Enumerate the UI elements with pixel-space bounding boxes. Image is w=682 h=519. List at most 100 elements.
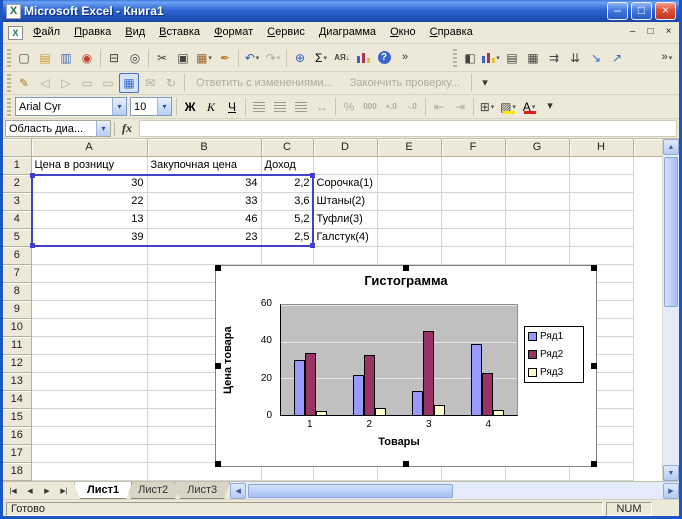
- cell-A15[interactable]: [31, 409, 147, 427]
- cell-H4[interactable]: [569, 211, 633, 229]
- dropdown-arrow-icon[interactable]: ▾: [112, 98, 126, 115]
- sheet-tab-Лист3[interactable]: Лист3: [174, 482, 230, 499]
- row-header-9[interactable]: 9: [3, 301, 31, 319]
- chart-selection-handle-se[interactable]: [591, 461, 597, 467]
- x-axis[interactable]: 1234: [280, 419, 518, 430]
- chart-x-axis-title[interactable]: Товары: [280, 436, 518, 448]
- menu-item-вставка[interactable]: Вставка: [152, 22, 207, 43]
- cell-D1[interactable]: [313, 157, 377, 175]
- cell-A9[interactable]: [31, 301, 147, 319]
- cell-A11[interactable]: [31, 337, 147, 355]
- close-button[interactable]: ×: [655, 2, 676, 20]
- bar-Ряд3-4[interactable]: [493, 410, 504, 415]
- cell-H5[interactable]: [569, 229, 633, 247]
- dropdown-arrow-icon[interactable]: ▾: [491, 103, 495, 111]
- bar-Ряд3-1[interactable]: [316, 411, 327, 415]
- cell-G6[interactable]: [505, 247, 569, 265]
- vertical-scroll-track[interactable]: [663, 155, 679, 465]
- column-header-A[interactable]: A: [31, 139, 147, 157]
- dropdown-arrow-icon[interactable]: ▾: [532, 103, 536, 111]
- cell-F4[interactable]: [441, 211, 505, 229]
- tab-scroll-first-button[interactable]: |◀: [5, 484, 21, 498]
- cell-A1[interactable]: Цена в розницу: [31, 157, 147, 175]
- previous-comment-icon[interactable]: ◁: [35, 73, 55, 93]
- title-bar[interactable]: X Microsoft Excel - Книга1 – □ ×: [3, 0, 679, 22]
- overflow-standard-icon[interactable]: »: [395, 48, 415, 68]
- cell-E1[interactable]: [377, 157, 441, 175]
- cell-A13[interactable]: [31, 373, 147, 391]
- legend-toggle-icon[interactable]: ▤: [502, 48, 522, 68]
- row-header-1[interactable]: 1: [3, 157, 31, 175]
- scroll-right-button[interactable]: ▶: [663, 483, 679, 499]
- embedded-chart[interactable]: Гистограмма Цена товара 0204060 1234 Тов…: [215, 265, 597, 467]
- chart-y-axis-title[interactable]: Цена товара: [220, 304, 236, 416]
- cell-D4[interactable]: Туфли(3): [313, 211, 377, 229]
- sort-ascending-icon[interactable]: АЯ↓: [332, 48, 352, 68]
- cell-H1[interactable]: [569, 157, 633, 175]
- horizontal-scrollbar[interactable]: ◀ ▶: [230, 482, 679, 499]
- menu-item-диаграмма[interactable]: Диаграмма: [312, 22, 383, 43]
- row-header-10[interactable]: 10: [3, 319, 31, 337]
- cell-A6[interactable]: [31, 247, 147, 265]
- chart-selection-handle-s[interactable]: [403, 461, 409, 467]
- chart-selection-handle-nw[interactable]: [215, 265, 221, 271]
- highlight-changes-icon[interactable]: ▦: [119, 73, 139, 93]
- new-icon[interactable]: ▢: [14, 48, 34, 68]
- row-header-4[interactable]: 4: [3, 211, 31, 229]
- doc-minimize-button[interactable]: –: [624, 25, 641, 40]
- cell-E5[interactable]: [377, 229, 441, 247]
- bar-Ряд1-1[interactable]: [294, 360, 305, 415]
- select-all-button[interactable]: [3, 139, 31, 157]
- increase-indent-icon[interactable]: ⇥: [450, 97, 470, 117]
- cell-F6[interactable]: [441, 247, 505, 265]
- cell-D2[interactable]: Сорочка(1): [313, 175, 377, 193]
- cell-F5[interactable]: [441, 229, 505, 247]
- next-comment-icon[interactable]: ▷: [56, 73, 76, 93]
- end-review-button[interactable]: Закончить проверку...: [342, 73, 468, 93]
- cell-E3[interactable]: [377, 193, 441, 211]
- chart-wizard-icon[interactable]: [353, 48, 373, 68]
- bold-icon[interactable]: Ж: [180, 97, 200, 117]
- scroll-up-button[interactable]: ▲: [663, 139, 679, 155]
- underline-icon[interactable]: Ч: [222, 97, 242, 117]
- toolbar-handle[interactable]: [7, 49, 11, 67]
- row-header-13[interactable]: 13: [3, 373, 31, 391]
- cell-A10[interactable]: [31, 319, 147, 337]
- increase-decimal-icon[interactable]: +.0: [381, 97, 401, 117]
- show-comment-icon[interactable]: ▭: [77, 73, 97, 93]
- insert-hyperlink-icon[interactable]: ⊕: [290, 48, 310, 68]
- dropdown-arrow-icon[interactable]: ▾: [323, 54, 327, 62]
- column-header-F[interactable]: F: [441, 139, 505, 157]
- overflow-formatting-icon[interactable]: ▾: [540, 97, 560, 117]
- dropdown-arrow-icon[interactable]: ▾: [669, 54, 673, 62]
- font-color-icon[interactable]: А▾: [519, 97, 539, 117]
- chart-title[interactable]: Гистограмма: [216, 273, 596, 288]
- range-handle-nw[interactable]: [30, 173, 35, 178]
- send-mail-icon[interactable]: ✉: [140, 73, 160, 93]
- tab-scroll-last-button[interactable]: ▶|: [56, 484, 72, 498]
- row-header-11[interactable]: 11: [3, 337, 31, 355]
- menu-item-вид[interactable]: Вид: [118, 22, 152, 43]
- decrease-indent-icon[interactable]: ⇤: [429, 97, 449, 117]
- autosum-icon[interactable]: Σ▾: [311, 48, 331, 68]
- align-center-icon[interactable]: [270, 97, 290, 117]
- cell-D6[interactable]: [313, 247, 377, 265]
- dropdown-arrow-icon[interactable]: ▾: [157, 98, 171, 115]
- help-icon[interactable]: ?: [374, 48, 394, 68]
- merge-center-icon[interactable]: ↔: [312, 97, 332, 117]
- save-icon[interactable]: ▥: [56, 48, 76, 68]
- angle-text-up-icon[interactable]: ↗: [607, 48, 627, 68]
- row-header-8[interactable]: 8: [3, 283, 31, 301]
- italic-icon[interactable]: К: [201, 97, 221, 117]
- toolbar-handle[interactable]: [453, 49, 457, 67]
- align-left-icon[interactable]: [249, 97, 269, 117]
- row-header-6[interactable]: 6: [3, 247, 31, 265]
- row-header-15[interactable]: 15: [3, 409, 31, 427]
- range-handle-se[interactable]: [310, 243, 315, 248]
- cell-A7[interactable]: [31, 265, 147, 283]
- comma-style-icon[interactable]: 000: [360, 97, 380, 117]
- row-header-3[interactable]: 3: [3, 193, 31, 211]
- vertical-scrollbar[interactable]: ▲ ▼: [662, 139, 679, 481]
- cell-A17[interactable]: [31, 445, 147, 463]
- row-header-17[interactable]: 17: [3, 445, 31, 463]
